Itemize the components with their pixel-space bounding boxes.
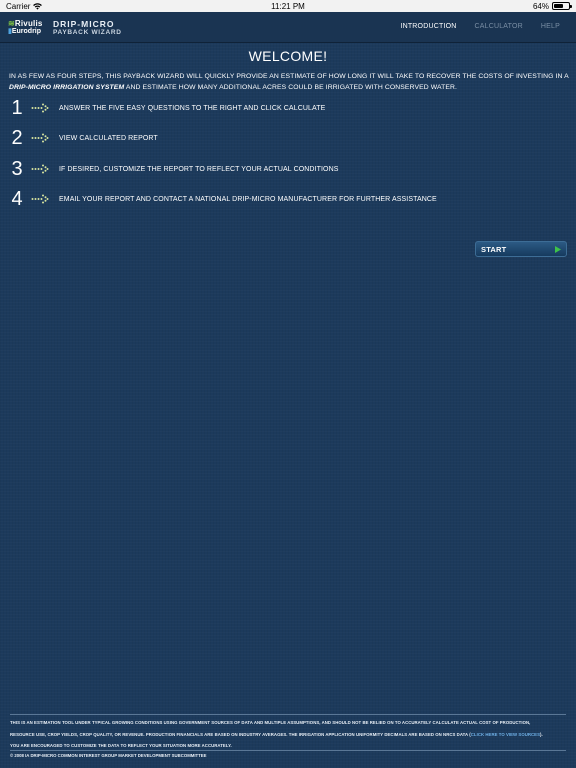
step-number: 4 (11, 188, 23, 210)
status-bar: Carrier 11:21 PM 64% (0, 0, 576, 12)
step-number: 2 (11, 127, 23, 149)
intro-paragraph: IN AS FEW AS FOUR STEPS, THIS PAYBACK WI… (9, 71, 569, 93)
app-title-line1: DRIP-MICRO (53, 19, 115, 29)
logo-eurodrip: ▮Eurodrip (8, 28, 42, 35)
dotted-arrow-icon (31, 103, 49, 113)
intro-bold-text: DRIP-MICRO IRRIGATION SYSTEM (9, 84, 125, 91)
nav-help[interactable]: HELP (541, 23, 560, 30)
step-2: 2 VIEW CALCULATED REPORT (10, 127, 158, 149)
battery-icon (552, 2, 572, 10)
step-number: 3 (11, 158, 23, 180)
brand-logo: ≋Rivulis ▮Eurodrip (8, 19, 48, 36)
footer-divider-top (10, 714, 566, 715)
step-number: 1 (11, 97, 23, 119)
dotted-arrow-icon (31, 194, 49, 204)
view-sources-link[interactable]: CLICK HERE TO VIEW SOURCES (471, 732, 540, 737)
status-bar-left: Carrier (6, 1, 43, 11)
nav-calculator[interactable]: CALCULATOR (474, 23, 522, 30)
top-nav: INTRODUCTION CALCULATOR HELP (400, 23, 560, 30)
carrier-label: Carrier (6, 1, 31, 11)
nav-introduction[interactable]: INTRODUCTION (400, 23, 456, 30)
step-text: ANSWER THE FIVE EASY QUESTIONS TO THE RI… (59, 104, 326, 112)
battery-percent: 64% (532, 1, 549, 11)
app-title: DRIP-MICRO PAYBACK WIZARD (53, 20, 122, 37)
dotted-arrow-icon (31, 164, 49, 174)
battery-tip (570, 5, 572, 8)
disclaimer-line-1: THIS IS AN ESTIMATION TOOL UNDER TYPICAL… (10, 720, 531, 725)
step-text: EMAIL YOUR REPORT AND CONTACT A NATIONAL… (59, 195, 437, 203)
step-text: VIEW CALCULATED REPORT (59, 134, 158, 142)
dotted-arrow-icon (31, 133, 49, 143)
logo-rivulis: ≋Rivulis (8, 19, 43, 28)
battery-fill (554, 4, 563, 8)
step-4: 4 EMAIL YOUR REPORT AND CONTACT A NATION… (10, 188, 437, 210)
welcome-heading: WELCOME! (248, 48, 328, 64)
intro-text-2: AND ESTIMATE HOW MANY ADDITIONAL ACRES C… (125, 84, 457, 91)
wifi-icon (33, 2, 43, 10)
play-arrow-icon (555, 246, 561, 253)
copyright-text: © 2008 IA DRIP-MICRO COMMON INTEREST GRO… (10, 753, 207, 758)
footer-disclaimer: THIS IS AN ESTIMATION TOOL UNDER TYPICAL… (10, 717, 568, 752)
start-button-label: START (481, 244, 507, 254)
intro-text-1: IN AS FEW AS FOUR STEPS, THIS PAYBACK WI… (9, 73, 569, 80)
status-bar-time: 11:21 PM (271, 1, 305, 11)
disclaimer-line-2: RESOURCE USE, CROP YIELDS, CROP QUALITY,… (10, 731, 543, 737)
start-button[interactable]: START (475, 241, 567, 257)
step-text: IF DESIRED, CUSTOMIZE THE REPORT TO REFL… (59, 165, 339, 173)
status-bar-right: 64% (532, 1, 572, 11)
app-header: ≋Rivulis ▮Eurodrip DRIP-MICRO PAYBACK WI… (0, 12, 576, 43)
step-1: 1 ANSWER THE FIVE EASY QUESTIONS TO THE … (10, 97, 325, 119)
footer-divider-bottom (10, 750, 566, 751)
app-title-line2: PAYBACK WIZARD (53, 29, 122, 36)
step-3: 3 IF DESIRED, CUSTOMIZE THE REPORT TO RE… (10, 158, 339, 180)
